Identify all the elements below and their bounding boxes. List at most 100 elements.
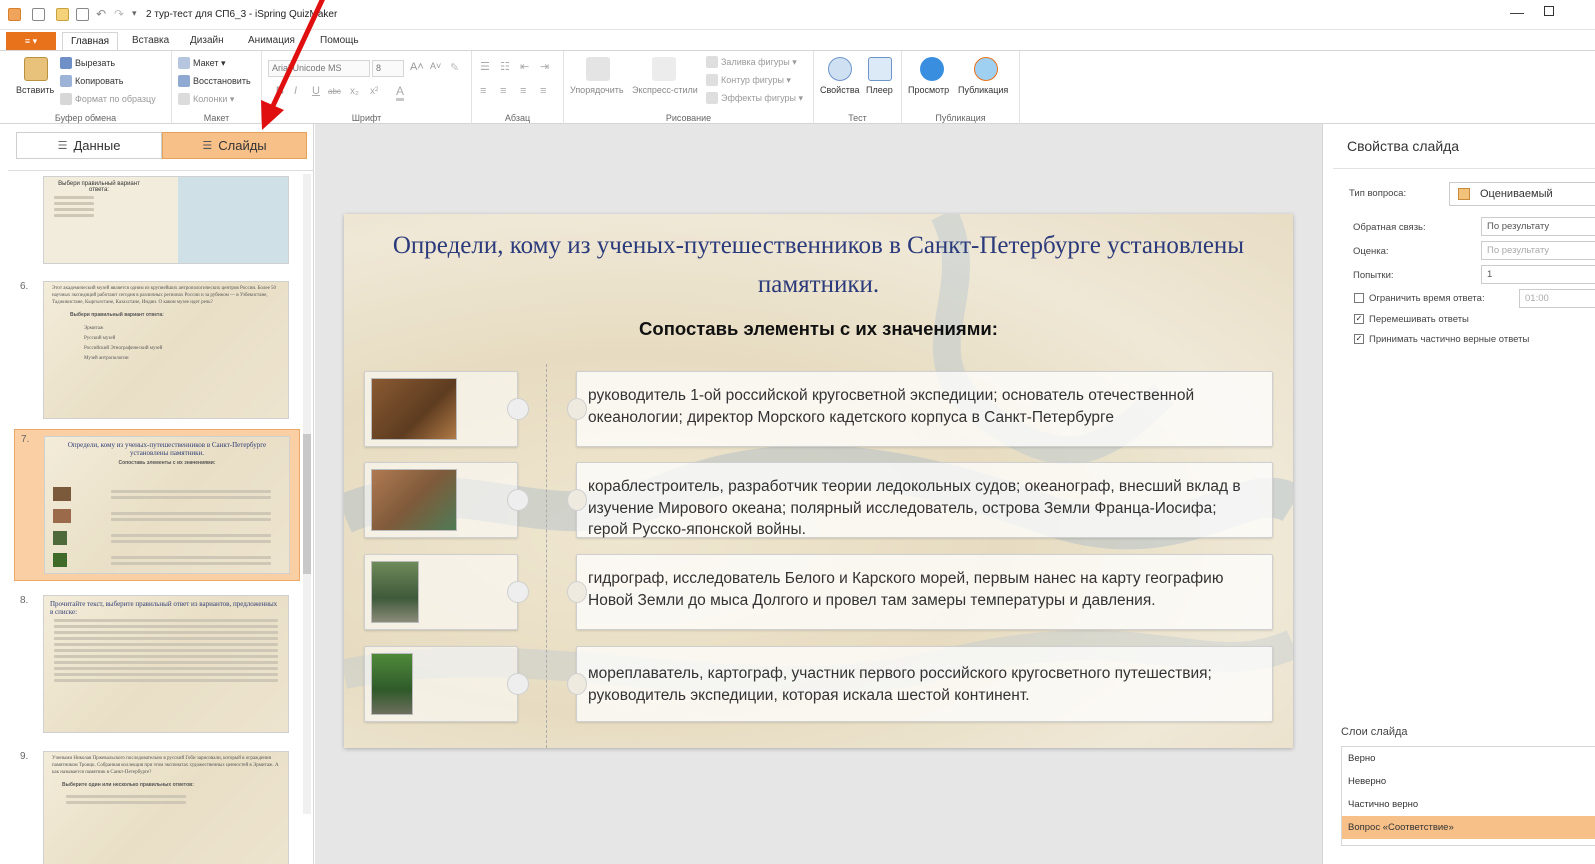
italic-icon[interactable]: I [294, 85, 297, 97]
match-answer-3[interactable]: гидрограф, исследователь Белого и Карско… [567, 554, 1273, 630]
match-item-1[interactable] [364, 371, 529, 447]
scrollbar-thumb[interactable] [303, 434, 311, 574]
open-folder-icon[interactable] [56, 8, 69, 21]
menu-bar: ≡ ▾ Главная Вставка Дизайн Анимация Помо… [0, 30, 1595, 50]
thumbnails-scrollbar[interactable] [303, 174, 311, 814]
slide-thumbnail-image: Этот академический музей является одним … [43, 281, 289, 419]
customize-quick-access-icon[interactable]: ▾ [132, 8, 137, 19]
grow-font-icon[interactable]: A˄ [410, 61, 424, 73]
layer-partially-correct[interactable]: Частично верно [1342, 793, 1595, 816]
layer-matching-question[interactable]: Вопрос «Соответствие» [1342, 816, 1595, 839]
match-answer-4[interactable]: мореплаватель, картограф, участник перво… [567, 646, 1273, 722]
new-file-icon[interactable] [32, 8, 45, 21]
align-left-icon[interactable]: ≡ [480, 85, 486, 97]
reset-button[interactable]: Восстановить [178, 75, 251, 87]
slides-icon: ☰ [202, 140, 213, 152]
match-answer-text: руководитель 1-ой российской кругосветно… [588, 387, 1195, 426]
superscript-icon[interactable]: x² [370, 86, 378, 97]
justify-icon[interactable]: ≡ [540, 85, 546, 97]
bullets-icon[interactable]: ☰ [480, 60, 490, 73]
columns-button[interactable]: Колонки ▾ [178, 93, 234, 105]
slide-subtitle[interactable]: Сопоставь элементы с их значениями: [344, 318, 1293, 340]
player-button[interactable]: Плеер [866, 85, 893, 95]
undo-icon[interactable]: ↶ [96, 7, 106, 21]
gear-icon[interactable] [828, 57, 852, 81]
partial-answers-checkbox[interactable]: ✓ [1354, 334, 1364, 344]
shape-fill-button[interactable]: Заливка фигуры ▾ [706, 56, 797, 68]
tab-animation[interactable]: Анимация [240, 32, 303, 50]
slide-number: 6. [20, 281, 29, 292]
publish-globe-icon[interactable] [974, 57, 998, 81]
layer-correct[interactable]: Верно [1342, 747, 1595, 770]
time-limit-input[interactable]: 01:00 [1519, 289, 1595, 308]
slide-thumbnail-9[interactable]: 9. Учеными Николая Пржевальского последо… [14, 747, 300, 864]
attempts-select[interactable]: 1 [1481, 265, 1595, 284]
panel-divider [1333, 168, 1595, 169]
layout-button[interactable]: Макет ▾ [178, 57, 226, 69]
slide-thumbnail-5[interactable]: Выбери правильный вариант ответа: [14, 171, 300, 269]
clear-format-icon[interactable]: ✎ [450, 61, 459, 74]
puzzle-socket [567, 398, 587, 420]
align-center-icon[interactable]: ≡ [500, 85, 506, 97]
paste-button[interactable]: Вставить [16, 85, 54, 95]
tab-insert[interactable]: Вставка [124, 32, 177, 50]
numbering-icon[interactable]: ☷ [500, 60, 510, 73]
score-select[interactable]: По результату [1481, 241, 1595, 260]
paste-icon[interactable] [24, 57, 48, 81]
font-name-select[interactable]: Arial Unicode MS [268, 60, 370, 77]
tab-data[interactable]: ☰ Данные [16, 132, 162, 159]
slide-thumbnail-6[interactable]: 6. Этот академический музей является одн… [14, 277, 300, 423]
player-icon[interactable] [868, 57, 892, 81]
format-painter-button[interactable]: Формат по образцу [60, 93, 156, 105]
tab-help[interactable]: Помощь [312, 32, 367, 50]
tab-design[interactable]: Дизайн [182, 32, 232, 50]
copy-button[interactable]: Копировать [60, 75, 123, 87]
cut-button[interactable]: Вырезать [60, 57, 115, 69]
redo-icon[interactable]: ↷ [114, 7, 124, 21]
tab-slides[interactable]: ☰ Слайды [162, 132, 307, 159]
strikethrough-icon[interactable]: abc [328, 87, 341, 96]
puzzle-socket [567, 489, 587, 511]
slide-title[interactable]: Определи, кому из ученых-путешественнико… [384, 226, 1253, 304]
minimize-icon[interactable]: — [1510, 4, 1524, 20]
question-type-select[interactable]: Оцениваемый [1449, 182, 1595, 206]
tab-slides-label: Слайды [218, 138, 267, 153]
shuffle-answers-checkbox[interactable]: ✓ [1354, 314, 1364, 324]
limit-time-checkbox[interactable] [1354, 293, 1364, 303]
file-menu-button[interactable]: ≡ ▾ [6, 32, 56, 50]
shape-outline-button[interactable]: Контур фигуры ▾ [706, 74, 791, 86]
slide-thumbnail-7[interactable]: 7. Определи, кому из ученых-путешественн… [14, 429, 300, 581]
publish-button[interactable]: Публикация [958, 85, 1008, 95]
bold-icon[interactable]: B [276, 85, 284, 97]
graded-icon [1458, 188, 1470, 200]
save-icon[interactable] [76, 8, 89, 21]
layer-incorrect[interactable]: Неверно [1342, 770, 1595, 793]
slide-thumbnail-8[interactable]: 8. Прочитайте текст, выберите правильный… [14, 591, 300, 737]
shrink-font-icon[interactable]: A˅ [430, 61, 441, 71]
underline-icon[interactable]: U [312, 85, 320, 97]
preview-play-icon[interactable] [920, 57, 944, 81]
match-item-4[interactable] [364, 646, 529, 722]
font-color-icon[interactable]: A [396, 84, 405, 101]
preview-button[interactable]: Просмотр [908, 85, 949, 95]
increase-indent-icon[interactable]: ⇥ [540, 60, 549, 73]
restore-icon[interactable] [1544, 6, 1554, 16]
properties-button[interactable]: Свойства [820, 85, 860, 95]
monument-photo [371, 378, 457, 440]
match-answer-2[interactable]: кораблестроитель, разработчик теории лед… [567, 462, 1273, 538]
shape-effects-button[interactable]: Эффекты фигуры ▾ [706, 92, 803, 104]
tab-home[interactable]: Главная [62, 32, 119, 50]
match-item-3[interactable] [364, 554, 529, 630]
arrange-button[interactable]: Упорядочить [570, 85, 624, 95]
decrease-indent-icon[interactable]: ⇤ [520, 60, 529, 73]
arrange-icon[interactable] [586, 57, 610, 81]
quick-styles-icon[interactable] [652, 57, 676, 81]
match-item-2[interactable] [364, 462, 529, 538]
subscript-icon[interactable]: x₂ [350, 86, 359, 97]
font-size-select[interactable]: 8 [372, 60, 404, 77]
quick-styles-button[interactable]: Экспресс-стили [632, 85, 698, 95]
copy-icon [60, 75, 72, 87]
align-right-icon[interactable]: ≡ [520, 85, 526, 97]
match-answer-1[interactable]: руководитель 1-ой российской кругосветно… [567, 371, 1273, 447]
feedback-select[interactable]: По результату [1481, 217, 1595, 236]
